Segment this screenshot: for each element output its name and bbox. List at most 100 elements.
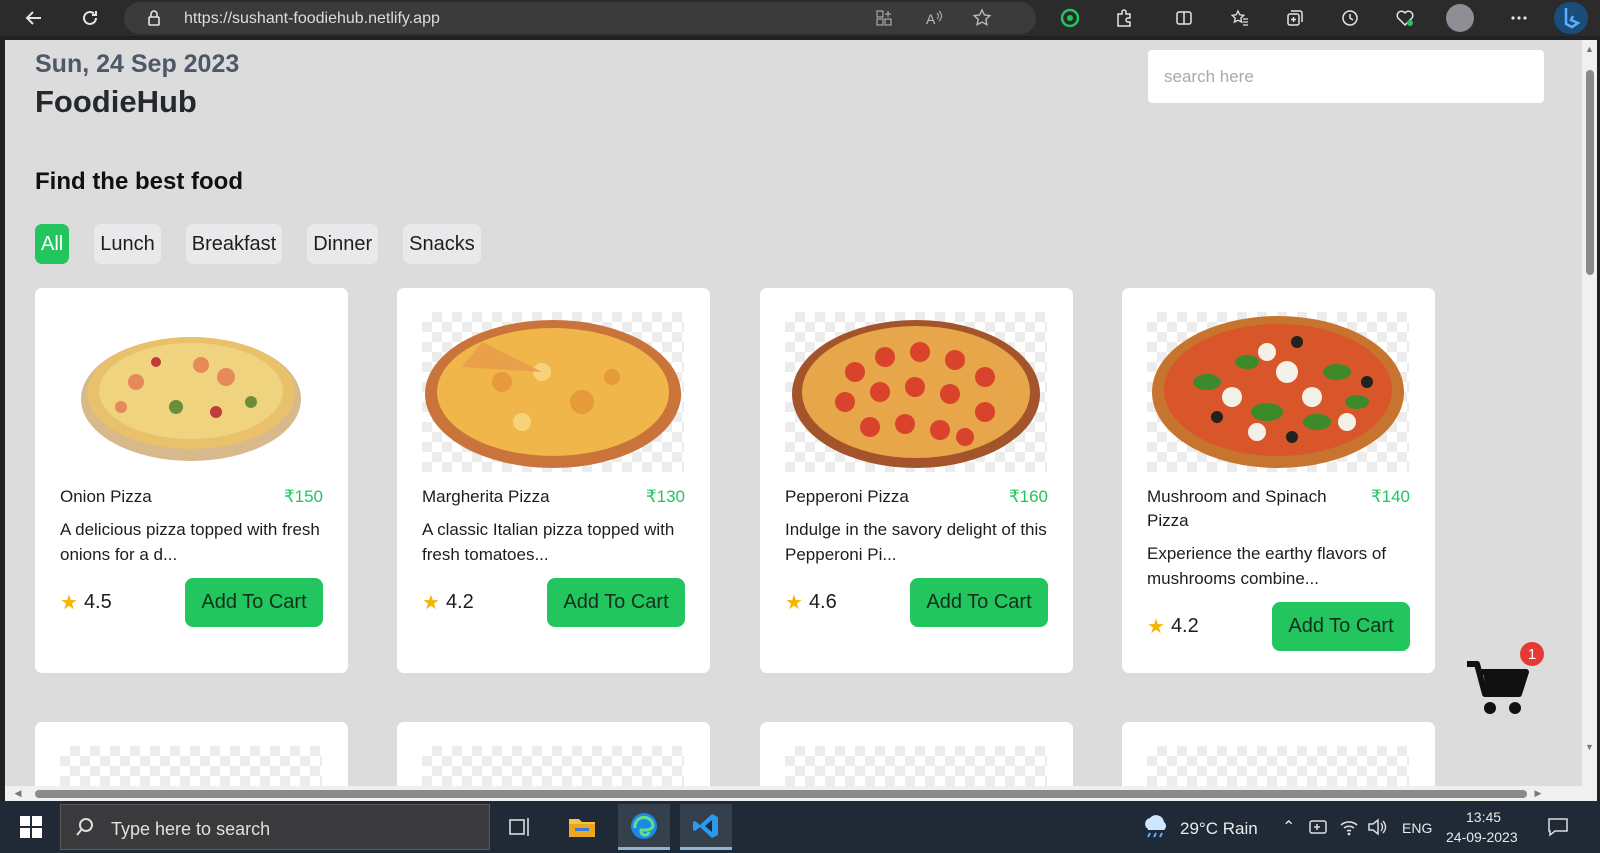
clock-date[interactable]: 24-09-2023 [1446, 829, 1518, 845]
bing-copilot-button[interactable] [1554, 2, 1588, 34]
product-description: A classic Italian pizza topped with fres… [422, 520, 675, 564]
product-rating: ★ 4.6 [785, 590, 837, 615]
taskbar-search-placeholder: Type here to search [111, 819, 271, 839]
star-icon: ★ [1147, 616, 1165, 638]
extensions-puzzle-icon[interactable] [1110, 4, 1138, 32]
vertical-scroll-thumb[interactable] [1586, 70, 1594, 275]
edge-button[interactable] [618, 804, 670, 850]
product-rating: ★ 4.2 [1147, 614, 1199, 639]
product-name: Onion Pizza [60, 487, 152, 506]
language-indicator[interactable]: ENG [1402, 820, 1432, 836]
profile-avatar[interactable] [1446, 4, 1474, 32]
star-icon: ★ [785, 592, 803, 614]
filter-lunch[interactable]: Lunch [94, 224, 161, 264]
split-screen-icon[interactable] [1170, 4, 1198, 32]
product-name: Mushroom and Spinach Pizza [1147, 487, 1327, 530]
vertical-scrollbar[interactable]: ▲ ▼ [1582, 40, 1597, 786]
product-image [1147, 312, 1409, 472]
refresh-icon[interactable] [76, 4, 104, 32]
cart-button[interactable] [1465, 658, 1529, 716]
product-image [60, 312, 322, 472]
horizontal-scroll-thumb[interactable] [35, 790, 1527, 798]
scroll-up-arrow-icon[interactable]: ▲ [1582, 42, 1597, 56]
back-icon[interactable] [20, 4, 48, 32]
read-aloud-icon[interactable]: A [920, 4, 948, 32]
product-card: Margherita Pizza ₹130 A classic Italian … [397, 288, 710, 673]
file-explorer-button[interactable] [556, 804, 608, 850]
favorite-star-icon[interactable] [968, 4, 996, 32]
rating-value: 4.6 [808, 591, 837, 613]
horizontal-scrollbar[interactable]: ◀ ▶ [5, 786, 1597, 801]
start-button[interactable] [5, 804, 57, 850]
edge-icon [631, 812, 657, 839]
product-description: Experience the earthy flavors of mushroo… [1147, 544, 1387, 588]
star-icon: ★ [60, 592, 78, 614]
filter-snacks[interactable]: Snacks [403, 224, 481, 264]
extension-circle-icon[interactable] [1056, 4, 1084, 32]
product-price: ₹140 [1370, 487, 1410, 506]
product-description: Indulge in the savory delight of this Pe… [785, 520, 1047, 564]
vscode-icon [693, 813, 718, 838]
bing-icon [1564, 8, 1581, 29]
collections-icon[interactable] [1281, 4, 1309, 32]
notifications-icon[interactable] [1546, 815, 1570, 839]
filter-all[interactable]: All [35, 224, 70, 264]
weather-text[interactable]: 29°C Rain [1180, 819, 1258, 839]
vscode-button[interactable] [680, 804, 732, 850]
product-name: Pepperoni Pizza [785, 487, 909, 506]
page-viewport: Sun, 24 Sep 2023 FoodieHub Find the best… [5, 40, 1597, 801]
url-text: https://sushant-foodiehub.netlify.app [184, 10, 440, 27]
product-price: ₹160 [1008, 487, 1048, 506]
scroll-right-arrow-icon[interactable]: ▶ [1531, 786, 1545, 801]
rating-value: 4.5 [83, 591, 112, 613]
scroll-left-arrow-icon[interactable]: ◀ [11, 786, 25, 801]
product-card: Onion Pizza ₹150 A delicious pizza toppe… [35, 288, 348, 673]
svg-text:A: A [926, 11, 936, 27]
more-options-icon[interactable] [1505, 4, 1533, 32]
meet-now-icon[interactable] [1308, 817, 1330, 837]
address-bar[interactable]: https://sushant-foodiehub.netlify.app A [124, 2, 1036, 34]
section-heading: Find the best food [35, 168, 243, 195]
wifi-icon[interactable] [1338, 817, 1360, 837]
product-price: ₹150 [283, 487, 323, 506]
current-date: Sun, 24 Sep 2023 [35, 50, 240, 78]
history-icon[interactable] [1336, 4, 1364, 32]
filter-dinner[interactable]: Dinner [307, 224, 379, 264]
show-hidden-icons-icon[interactable]: ⌃ [1282, 817, 1295, 837]
product-rating: ★ 4.2 [422, 590, 474, 615]
rating-value: 4.2 [1170, 615, 1199, 637]
star-icon: ★ [422, 592, 440, 614]
scroll-down-arrow-icon[interactable]: ▼ [1582, 740, 1597, 754]
add-to-cart-button[interactable]: Add To Cart [1272, 602, 1410, 651]
app-available-icon[interactable] [870, 4, 898, 32]
cart-icon [1467, 661, 1529, 714]
product-card: Pepperoni Pizza ₹160 Indulge in the savo… [760, 288, 1073, 673]
performance-heart-icon[interactable] [1391, 4, 1419, 32]
brand-title: FoodieHub [35, 84, 197, 119]
filter-breakfast[interactable]: Breakfast [185, 224, 283, 264]
add-to-cart-button[interactable]: Add To Cart [547, 578, 685, 627]
taskbar-search-box[interactable]: Type here to search [60, 804, 490, 850]
product-name: Margherita Pizza [422, 487, 550, 506]
product-rating: ★ 4.5 [60, 590, 112, 615]
volume-icon[interactable] [1366, 817, 1388, 837]
search-icon [76, 818, 93, 836]
lock-icon[interactable] [140, 4, 168, 32]
weather-rain-icon[interactable] [1140, 815, 1172, 839]
product-image [60, 746, 322, 786]
product-image [1147, 746, 1409, 786]
add-to-cart-button[interactable]: Add To Cart [910, 578, 1048, 627]
windows-logo-icon [20, 816, 42, 838]
product-description: A delicious pizza topped with fresh onio… [60, 520, 320, 564]
browser-toolbar: https://sushant-foodiehub.netlify.app A [0, 0, 1600, 36]
favorites-icon[interactable] [1226, 4, 1254, 32]
product-image [785, 746, 1047, 786]
add-to-cart-button[interactable]: Add To Cart [185, 578, 323, 627]
product-card: Mushroom and Spinach Pizza ₹140 Experien… [1122, 288, 1435, 673]
cart-count-badge: 1 [1520, 642, 1544, 666]
clock-time[interactable]: 13:45 [1466, 809, 1501, 825]
search-input[interactable] [1148, 50, 1544, 103]
task-view-button[interactable] [494, 804, 546, 850]
taskbar: Type here to search 29°C Rain ⌃ ENG 13:4… [0, 801, 1600, 853]
product-image [422, 312, 684, 472]
